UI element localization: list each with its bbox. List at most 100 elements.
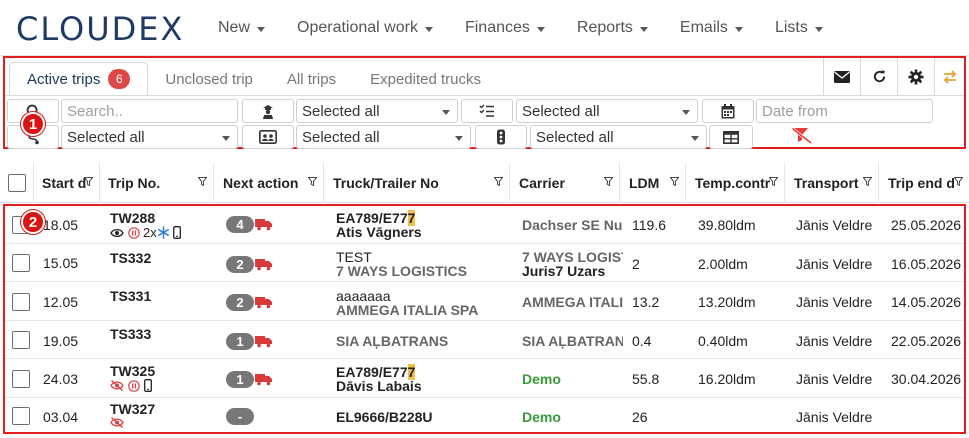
row-checkbox[interactable] xyxy=(12,370,30,388)
menu-reports[interactable]: Reports xyxy=(577,19,648,37)
table-row[interactable]: 03.04 TW327 - EL9666/B228U Demo 26 Jānis… xyxy=(5,398,964,432)
ldm-cell: 2 xyxy=(632,256,640,272)
trip-number-link[interactable]: TS333 xyxy=(110,326,151,342)
menu-emails[interactable]: Emails xyxy=(680,19,743,37)
transport-cell: Jānis Veldre xyxy=(796,256,873,272)
table-header: Start d Trip No. Next action Truck/Trail… xyxy=(0,162,969,203)
column-filter-icon[interactable] xyxy=(308,177,317,186)
column-label: Truck/Trailer No xyxy=(333,174,439,191)
trip-number-link[interactable]: TW288 xyxy=(110,210,155,226)
swap-button[interactable] xyxy=(934,58,964,95)
column-filter-icon[interactable] xyxy=(494,177,503,186)
filter-row-2: Selected all Selected all Selected all xyxy=(5,125,964,149)
main-menu: New Operational work Finances Reports Em… xyxy=(218,0,855,56)
trips-table-body: 18.05 TW288 2x 4 EA789/E777 Atis Vāgners… xyxy=(3,204,966,434)
column-filter-icon[interactable] xyxy=(954,177,963,186)
menu-label: Lists xyxy=(774,19,808,36)
trip-tabs: Active trips 6 Unclosed trip All trips E… xyxy=(9,60,498,96)
ldm-cell: 26 xyxy=(632,409,648,425)
refresh-button[interactable] xyxy=(860,58,897,95)
phone-icon xyxy=(172,226,181,239)
trip-end-date-cell: 22.05.2026 xyxy=(891,333,962,349)
menu-finances[interactable]: Finances xyxy=(465,19,545,37)
next-action-count[interactable]: 1 xyxy=(226,371,254,388)
table-row[interactable]: 24.03 TW325 1 EA789/E777 Dāvis Labais De… xyxy=(5,359,964,398)
menu-lists[interactable]: Lists xyxy=(775,19,823,37)
menu-label: Reports xyxy=(576,19,633,36)
column-start-date[interactable]: Start d xyxy=(34,162,100,203)
column-filter-icon[interactable] xyxy=(604,177,613,186)
column-filter-icon[interactable] xyxy=(863,177,872,186)
chevron-down-icon xyxy=(442,110,450,115)
column-label: Transport xyxy=(794,174,859,191)
driver-select[interactable]: Selected all xyxy=(296,99,458,123)
table-row[interactable]: 18.05 TW288 2x 4 EA789/E777 Atis Vāgners… xyxy=(5,206,964,244)
column-trip-no[interactable]: Trip No. xyxy=(100,162,214,203)
column-label: Trip No. xyxy=(108,174,161,191)
tab-expedited-trucks[interactable]: Expedited trucks xyxy=(353,62,498,96)
start-date-cell: 03.04 xyxy=(43,409,79,425)
row-checkbox[interactable] xyxy=(12,407,30,425)
settings-button[interactable] xyxy=(897,58,934,95)
select-all-checkbox[interactable] xyxy=(7,173,26,192)
start-date-cell: 18.05 xyxy=(43,217,79,233)
app-logo[interactable]: CLOUDEX xyxy=(16,10,184,48)
traffic-filter-icon-box xyxy=(475,125,527,149)
table-row[interactable]: 15.05 TS332 2 TEST 7 WAYS LOGISTICS 7 WA… xyxy=(5,244,964,282)
contact-select[interactable]: Selected all xyxy=(296,125,471,149)
column-filter-icon[interactable] xyxy=(769,177,778,186)
route-select[interactable]: Selected all xyxy=(61,125,238,149)
column-filter-icon[interactable] xyxy=(670,177,679,186)
email-button[interactable] xyxy=(823,58,860,95)
row-checkbox[interactable] xyxy=(12,254,30,272)
trip-number-link[interactable]: TW327 xyxy=(110,401,155,417)
column-next-action[interactable]: Next action xyxy=(214,162,324,203)
tabs-divider xyxy=(5,95,964,96)
menu-label: New xyxy=(218,19,251,36)
envelope-icon xyxy=(834,70,850,83)
truck-icon xyxy=(255,374,272,386)
trip-number-link[interactable]: TS332 xyxy=(110,250,151,266)
next-action-count[interactable]: 4 xyxy=(226,216,254,233)
trip-number-link[interactable]: TS331 xyxy=(110,288,151,304)
date-from-input[interactable]: Date from xyxy=(756,99,933,123)
gear-icon xyxy=(908,69,924,84)
table-row[interactable]: 12.05 TS331 2 aaaaaaa AMMEGA ITALIA SPA … xyxy=(5,282,964,321)
column-ldm[interactable]: LDM xyxy=(620,162,686,203)
table-row[interactable]: 19.05 TS333 1 SIA AĻBATRANS SIA AĻBATRAN… xyxy=(5,321,964,359)
menu-new[interactable]: New xyxy=(218,19,266,37)
next-action-count[interactable]: 1 xyxy=(226,333,254,350)
contact-card-icon xyxy=(259,130,277,144)
trip-end-date-cell: 25.05.2026 xyxy=(891,217,962,233)
chevron-down-icon xyxy=(639,26,648,32)
search-input[interactable]: Search.. xyxy=(61,99,238,123)
row-checkbox[interactable] xyxy=(12,293,30,311)
menu-label: Emails xyxy=(679,19,728,36)
start-date-cell: 24.03 xyxy=(43,371,79,387)
column-trip-end-date[interactable]: Trip end d xyxy=(879,162,969,203)
next-action-count[interactable]: - xyxy=(226,408,254,425)
next-action-count[interactable]: 2 xyxy=(226,294,254,311)
column-filter-icon[interactable] xyxy=(198,177,207,186)
tab-active-trips[interactable]: Active trips 6 xyxy=(9,62,149,96)
tab-unclosed-trip[interactable]: Unclosed trip xyxy=(148,62,270,96)
clear-filter-button[interactable] xyxy=(791,127,813,148)
column-temp-control[interactable]: Temp.contr xyxy=(686,162,785,203)
tab-all-trips[interactable]: All trips xyxy=(270,62,353,96)
next-action-count[interactable]: 2 xyxy=(226,256,254,273)
menu-operational-work[interactable]: Operational work xyxy=(297,19,433,37)
transport-cell: Jānis Veldre xyxy=(796,371,873,387)
column-truck-trailer[interactable]: Truck/Trailer No xyxy=(324,162,510,203)
truck-trailer-number: EL9666/B228U xyxy=(336,409,433,425)
row-checkbox[interactable] xyxy=(12,331,30,349)
tab-label: All trips xyxy=(286,70,337,88)
column-filter-icon[interactable] xyxy=(84,177,93,186)
table-view-button[interactable] xyxy=(709,125,753,149)
trip-number-link[interactable]: TW325 xyxy=(110,363,155,379)
traffic-select[interactable]: Selected all xyxy=(530,125,707,149)
column-transport[interactable]: Transport xyxy=(785,162,879,203)
transport-cell: Jānis Veldre xyxy=(796,217,873,233)
column-carrier[interactable]: Carrier xyxy=(510,162,620,203)
chevron-down-icon xyxy=(455,136,463,141)
status-select[interactable]: Selected all xyxy=(516,99,698,123)
